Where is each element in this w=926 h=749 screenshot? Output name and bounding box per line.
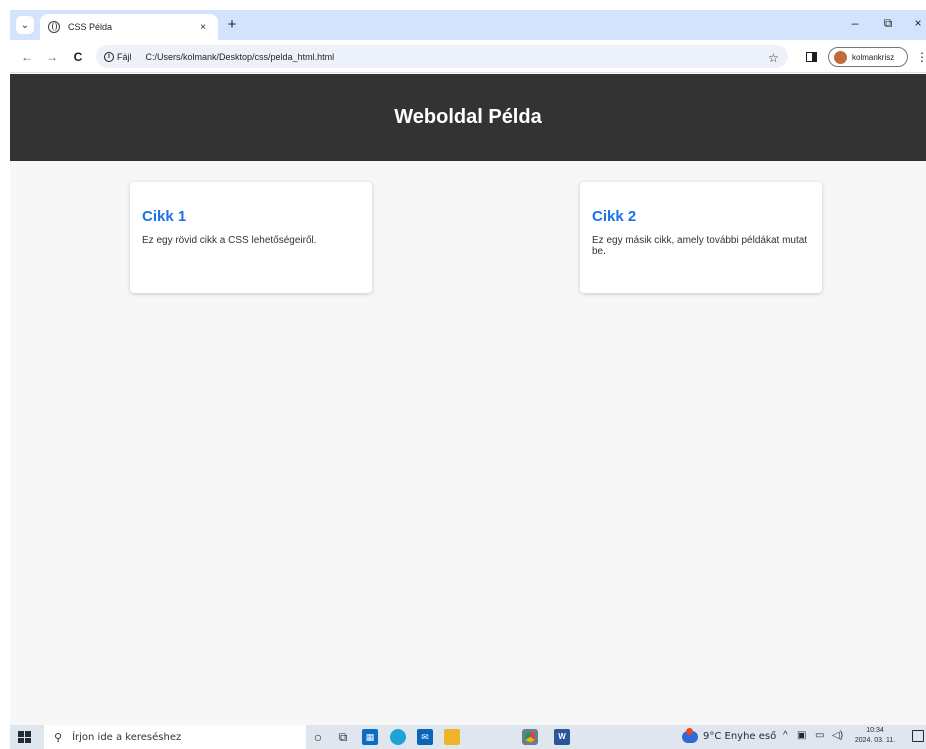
- address-bar[interactable]: i Fájl C:/Users/kolmank/Desktop/css/peld…: [96, 45, 788, 68]
- edge-icon[interactable]: [390, 729, 406, 745]
- close-window-button[interactable]: ×: [908, 16, 926, 30]
- tray-app-icon[interactable]: ▣: [797, 730, 806, 741]
- minimize-button[interactable]: –: [845, 16, 865, 30]
- bookmark-star-icon[interactable]: ☆: [768, 51, 779, 65]
- notification-icon[interactable]: [912, 730, 924, 742]
- reload-button[interactable]: C: [69, 48, 87, 66]
- url-text[interactable]: C:/Users/kolmank/Desktop/css/pelda_html.…: [146, 52, 335, 62]
- globe-icon: [48, 21, 60, 33]
- taskbar: ⚲ Írjon ide a kereséshez ○ ⧉ ▦ ✉ W 9°C E…: [10, 725, 926, 749]
- taskbar-search-box[interactable]: ⚲ Írjon ide a kereséshez: [44, 725, 306, 749]
- tab-strip: ⌄ CSS Példa × + – ⧉ ×: [10, 10, 926, 40]
- info-icon[interactable]: i: [104, 51, 114, 62]
- tray-chevron-icon[interactable]: ^: [783, 730, 788, 741]
- file-explorer-icon[interactable]: [444, 729, 460, 745]
- site-header: Weboldal Példa: [10, 74, 926, 161]
- profile-button[interactable]: kolmankrisz: [828, 47, 908, 67]
- tab-close-icon[interactable]: ×: [196, 22, 210, 33]
- clock[interactable]: 10:34 2024. 03. 11.: [852, 726, 898, 746]
- weather-icon[interactable]: [682, 728, 698, 743]
- page-content: Weboldal Példa Cikk 1 Ez egy rövid cikk …: [10, 74, 926, 725]
- tab-title: CSS Példa: [68, 22, 113, 32]
- browser-menu-icon[interactable]: ⋮: [916, 50, 926, 64]
- network-icon[interactable]: ▭: [815, 730, 824, 741]
- chrome-icon[interactable]: [522, 729, 538, 745]
- tab-search-icon[interactable]: ⌄: [16, 16, 34, 34]
- article-card: Cikk 1 Ez egy rövid cikk a CSS lehetőség…: [130, 182, 372, 293]
- scheme-label: Fájl: [117, 51, 132, 62]
- browser-window: ⌄ CSS Példa × + – ⧉ × ← → C i Fájl C:/Us…: [10, 10, 926, 749]
- weather-text[interactable]: 9°C Enyhe eső: [703, 731, 776, 742]
- article-title: Cikk 1: [142, 208, 187, 225]
- back-button[interactable]: ←: [18, 48, 36, 66]
- profile-name: kolmankrisz: [852, 52, 895, 62]
- side-panel-icon[interactable]: [806, 52, 817, 62]
- avatar: [834, 50, 847, 64]
- search-icon: ⚲: [54, 731, 63, 744]
- article-title: Cikk 2: [592, 208, 637, 225]
- article-text: Ez egy másik cikk, amely további példáka…: [592, 235, 808, 257]
- search-placeholder: Írjon ide a kereséshez: [72, 731, 182, 743]
- tab-css-pelda[interactable]: CSS Példa ×: [40, 14, 218, 40]
- word-icon[interactable]: W: [554, 729, 570, 745]
- windows-start-icon[interactable]: [18, 731, 31, 743]
- restore-button[interactable]: ⧉: [878, 16, 898, 31]
- article-card: Cikk 2 Ez egy másik cikk, amely további …: [580, 182, 822, 293]
- store-icon[interactable]: ▦: [362, 729, 378, 745]
- mail-icon[interactable]: ✉: [417, 729, 433, 745]
- cortana-icon[interactable]: ○: [310, 729, 326, 745]
- page-title: Weboldal Példa: [394, 106, 542, 128]
- address-toolbar: ← → C i Fájl C:/Users/kolmank/Desktop/cs…: [10, 40, 926, 73]
- clock-date: 2024. 03. 11.: [854, 737, 896, 744]
- forward-button[interactable]: →: [43, 48, 61, 66]
- task-view-icon[interactable]: ⧉: [335, 729, 351, 745]
- article-text: Ez egy rövid cikk a CSS lehetőségeiről.: [142, 235, 317, 246]
- new-tab-button[interactable]: +: [222, 15, 242, 35]
- clock-time: 10:34: [866, 727, 884, 734]
- volume-icon[interactable]: ◁): [832, 730, 843, 741]
